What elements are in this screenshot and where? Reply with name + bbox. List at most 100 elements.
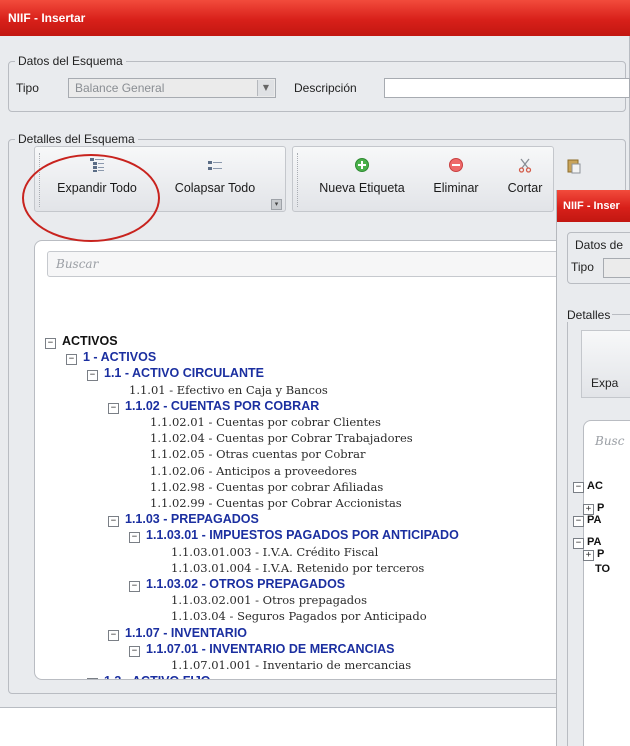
- tree-node[interactable]: −1.1.03 - PREPAGADOS: [108, 511, 259, 528]
- tree-node[interactable]: 1.1.03.02.001 - Otros prepagados: [171, 592, 367, 608]
- second-search-input[interactable]: Busc: [595, 434, 624, 448]
- tree-node-label: 1.1.02.98 - Cuentas por cobrar Afiliadas: [150, 479, 384, 494]
- descripcion-input[interactable]: [384, 78, 630, 98]
- tree-node-label: 1.1.07 - INVENTARIO: [125, 625, 248, 640]
- collapse-toggle-icon[interactable]: −: [66, 354, 77, 366]
- tree-node-label: 1.1.02.01 - Cuentas por cobrar Clientes: [150, 415, 381, 429]
- tree-node[interactable]: −1 - ACTIVOS: [66, 349, 156, 366]
- second-tree-node-label: P: [597, 548, 605, 560]
- tree-node[interactable]: −1.1.07 - INVENTARIO: [108, 625, 247, 641]
- tipo-combo[interactable]: Balance General ▼: [68, 78, 276, 98]
- search-placeholder: Buscar: [56, 257, 99, 271]
- tree-node-label: 1.1.03.01 - IMPUESTOS PAGADOS POR ANTICI…: [146, 528, 459, 543]
- tree-node[interactable]: 1.1.02.05 - Otras cuentas por Cobrar: [150, 446, 366, 462]
- tree-node[interactable]: − ACTIVOS: [45, 333, 118, 349]
- tree-node[interactable]: −1.1.02 - CUENTAS POR COBRAR: [108, 398, 319, 414]
- tree-node-label: 1.1.03 - PREPAGADOS: [125, 512, 259, 527]
- second-tree-node[interactable]: − AC: [573, 478, 603, 494]
- collapse-toggle-icon[interactable]: −: [45, 338, 56, 349]
- tree-node[interactable]: 1.1.02.06 - Anticipos a proveedores: [150, 463, 357, 479]
- tree-node-label: 1.3 - ACTIVO FIJO: [104, 674, 211, 679]
- tree-node[interactable]: 1.1.02.04 - Cuentas por Cobrar Trabajado…: [150, 430, 413, 446]
- expand-toggle-icon[interactable]: +: [583, 550, 594, 561]
- tree-node[interactable]: 1.1.03.04 - Seguros Pagados por Anticipa…: [171, 608, 427, 624]
- collapse-toggle-icon[interactable]: −: [108, 402, 119, 414]
- separator: [297, 153, 298, 207]
- tree-node-label: 1.1.02.06 - Anticipos a proveedores: [150, 463, 357, 478]
- tipo-value: Balance General: [75, 81, 165, 95]
- highlight-circle: [22, 154, 160, 242]
- tree-node-label: 1.1.01 - Efectivo en Caja y Bancos: [129, 382, 328, 397]
- second-datos-label: Datos de: [573, 238, 626, 252]
- eliminar-button[interactable]: Eliminar: [423, 147, 489, 211]
- tree-node[interactable]: −1.1.03.02 - OTROS PREPAGADOS: [129, 576, 345, 592]
- tree-node-label: 1.1.02.04 - Cuentas por Cobrar Trabajado…: [150, 431, 413, 446]
- second-expandir-button[interactable]: Expa: [591, 376, 618, 390]
- tree-node[interactable]: 1.1.03.01.003 - I.V.A. Crédito Fiscal: [171, 544, 378, 560]
- collapse-toggle-icon[interactable]: −: [129, 581, 140, 592]
- second-tree-node[interactable]: + P: [583, 546, 604, 562]
- cortar-button[interactable]: Cortar: [499, 147, 551, 211]
- datos-esquema-legend: Datos del Esquema: [18, 54, 123, 68]
- remove-circle-icon: [449, 158, 463, 172]
- tree-node[interactable]: 1.1.01 - Efectivo en Caja y Bancos: [129, 382, 328, 398]
- collapse-toggle-icon[interactable]: −: [87, 678, 98, 679]
- colapsar-todo-button[interactable]: Colapsar Todo: [163, 147, 267, 211]
- tree-node-label: 1.1.03.02.001 - Otros prepagados: [171, 593, 367, 608]
- collapse-toggle-icon[interactable]: −: [129, 532, 140, 544]
- tree-node-label: 1.1.03.01.003 - I.V.A. Crédito Fiscal: [171, 544, 379, 559]
- tree-node-label: 1.1.03.04 - Seguros Pagados por Anticipa…: [171, 609, 427, 624]
- tree-node[interactable]: 1.1.02.98 - Cuentas por cobrar Afiliadas: [150, 479, 383, 495]
- second-tree-node-label: AC: [587, 480, 603, 492]
- second-tipo-combo[interactable]: [603, 258, 630, 278]
- second-detalles-label: Detalles: [565, 308, 613, 322]
- tree-node-label: 1.1.07.01.001 - Inventario de mercancias: [171, 658, 412, 672]
- collapse-toggle-icon[interactable]: −: [108, 516, 119, 528]
- collapse-toggle-icon[interactable]: −: [573, 516, 584, 527]
- tree-node[interactable]: 1.1.03.01.004 - I.V.A. Retenido por terc…: [171, 560, 424, 576]
- tree-node[interactable]: 1.1.02.01 - Cuentas por cobrar Clientes: [150, 414, 381, 430]
- tree-node-label: 1.1.07.01 - INVENTARIO DE MERCANCIAS: [146, 641, 395, 656]
- collapse-toggle-icon[interactable]: −: [573, 482, 584, 493]
- tree-node-label: 1.1.03.02 - OTROS PREPAGADOS: [146, 577, 346, 591]
- nueva-etiqueta-label: Nueva Etiqueta: [319, 181, 405, 195]
- descripcion-label: Descripción: [294, 81, 357, 95]
- cortar-label: Cortar: [507, 181, 543, 195]
- eliminar-label: Eliminar: [433, 181, 479, 195]
- tree-node[interactable]: 1.1.07.01.001 - Inventario de mercancias: [171, 657, 411, 673]
- tree-node[interactable]: −1.1.03.01 - IMPUESTOS PAGADOS POR ANTIC…: [129, 527, 459, 544]
- tree-node-label: ACTIVOS: [62, 334, 118, 348]
- second-tipo-label: Tipo: [571, 260, 594, 274]
- second-tree-node-label: PA: [587, 514, 602, 526]
- collapse-toggle-icon[interactable]: −: [108, 629, 119, 641]
- nueva-etiqueta-button[interactable]: Nueva Etiqueta: [307, 147, 417, 211]
- tree-node[interactable]: −1.1.07.01 - INVENTARIO DE MERCANCIAS: [129, 641, 394, 657]
- search-input[interactable]: Buscar: [47, 251, 573, 277]
- tree-node-label: 1.1.03.01.004 - I.V.A. Retenido por terc…: [171, 560, 425, 575]
- collapse-toggle-icon[interactable]: −: [87, 370, 98, 382]
- tree-node-label: 1.1.02.05 - Otras cuentas por Cobrar: [150, 447, 366, 462]
- detalles-esquema-legend: Detalles del Esquema: [18, 132, 135, 146]
- second-tree-node[interactable]: TO: [595, 561, 610, 577]
- tree-node[interactable]: − 1.3 - ACTIVO FIJO: [87, 673, 211, 679]
- group-launcher-icon[interactable]: ▾: [271, 199, 282, 210]
- colapsar-todo-label: Colapsar Todo: [174, 181, 256, 195]
- add-circle-icon: [355, 158, 369, 172]
- tree-node[interactable]: 1.1.02.99 - Cuentas por Cobrar Accionist…: [150, 495, 402, 511]
- second-tree-node-label: TO: [595, 563, 611, 575]
- window-title: NIIF - Insertar: [0, 0, 630, 36]
- chevron-down-icon[interactable]: ▼: [257, 80, 274, 96]
- second-tree-panel: [583, 420, 630, 746]
- second-window-title: NIIF - Inser: [557, 190, 630, 222]
- tree-panel: Buscar − ACTIVOS −1 - ACTIVOS −1.1 - ACTIVO…: [34, 240, 574, 680]
- scissors-icon: [518, 158, 532, 173]
- tree-node-label: 1.1.02.99 - Cuentas por Cobrar Accionist…: [150, 496, 402, 510]
- paste-icon[interactable]: [566, 158, 582, 174]
- collapse-all-icon: [208, 161, 222, 170]
- tree-node-label: 1.1 - ACTIVO CIRCULANTE: [104, 366, 264, 381]
- second-window: NIIF - Inser Datos de Tipo Detalles Expa…: [556, 190, 630, 746]
- tree-node-label: 1.1.02 - CUENTAS POR COBRAR: [125, 398, 320, 413]
- collapse-toggle-icon[interactable]: −: [129, 645, 140, 657]
- second-tree-node[interactable]: − PA: [573, 512, 601, 528]
- tree-node[interactable]: −1.1 - ACTIVO CIRCULANTE: [87, 365, 264, 382]
